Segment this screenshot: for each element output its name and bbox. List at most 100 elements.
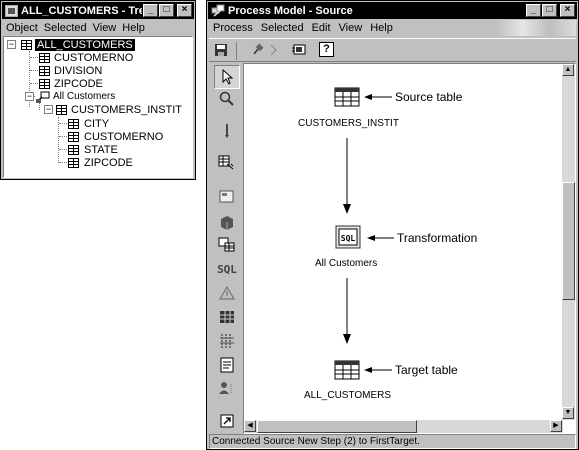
tree-node-label: ZIPCODE — [84, 156, 133, 169]
column-icon — [68, 157, 79, 168]
menu-view[interactable]: View — [90, 22, 120, 34]
cube-icon[interactable] — [214, 211, 240, 235]
menu-edit[interactable]: Edit — [308, 22, 335, 34]
tables-icon[interactable] — [214, 233, 240, 257]
menu-process[interactable]: Process — [209, 22, 257, 34]
tree-node-label: CUSTOMERS_INSTIT — [71, 103, 183, 116]
tree-node[interactable]: CUSTOMERNO — [39, 51, 133, 64]
tree-node[interactable]: DIVISION — [39, 64, 102, 77]
maximize-button[interactable]: □ — [159, 4, 174, 17]
pin-icon[interactable] — [251, 43, 265, 60]
scroll-thumb[interactable] — [257, 420, 417, 433]
help-icon[interactable]: ? — [319, 42, 334, 57]
sql-icon[interactable]: SQL — [214, 257, 240, 281]
scroll-up-button[interactable]: ▲ — [562, 64, 574, 76]
scroll-right-button[interactable]: ▶ — [550, 420, 562, 432]
pointer-icon[interactable] — [214, 65, 240, 89]
tree-node-label: All Customers — [53, 91, 116, 102]
menu-object[interactable]: Object — [3, 22, 41, 34]
report-icon[interactable] — [214, 353, 240, 377]
tree-window: ALL_CUSTOMERS - Tree _ □ × Object Select… — [0, 0, 196, 180]
tree-node[interactable]: ALL_CUSTOMERS — [21, 38, 135, 51]
pen-icon[interactable] — [214, 119, 240, 143]
window-icon — [211, 4, 225, 17]
tree-node-label: STATE — [84, 143, 118, 156]
tree-node-label: ALL_CUSTOMERS — [35, 38, 135, 51]
tree-node-label: CUSTOMERNO — [54, 51, 134, 64]
tree-node-label: CITY — [84, 117, 110, 130]
scroll-down-button[interactable]: ▼ — [562, 407, 574, 419]
process-menu-bar: Process Selected Edit View Help — [209, 20, 576, 36]
collapse-toggle[interactable]: − — [44, 105, 53, 114]
grid-icon[interactable] — [214, 305, 240, 329]
scroll-thumb[interactable] — [562, 182, 575, 300]
target-table-annotation: Target table — [395, 363, 458, 377]
tree-node[interactable]: ZIPCODE — [39, 77, 103, 90]
diagram-canvas[interactable]: ▲ ▼ ◀ ▶ SQL CUSTOMERS_INSTIT Source tabl… — [243, 63, 576, 434]
source-annotation-arrow — [364, 94, 392, 100]
menu-selected[interactable]: Selected — [41, 22, 90, 34]
horizontal-scrollbar[interactable]: ◀ ▶ — [244, 420, 563, 433]
tree-node[interactable]: CUSTOMERS_INSTIT — [56, 103, 182, 116]
transformation-icon[interactable]: SQL — [335, 225, 361, 249]
link-icon[interactable] — [267, 43, 281, 60]
close-button[interactable]: × — [177, 4, 192, 17]
process-window-title: Process Model - Source — [228, 4, 353, 17]
tree-node[interactable]: CITY — [68, 117, 109, 130]
table-icon — [21, 39, 32, 50]
table-icon — [56, 104, 67, 115]
transformation-label: All Customers — [315, 258, 378, 269]
process-title-bar[interactable]: Process Model - Source _ □ × — [208, 2, 577, 19]
shortcut-icon[interactable] — [214, 409, 240, 433]
source-table-icon[interactable] — [334, 87, 360, 107]
column-icon — [68, 144, 79, 155]
menu-selected[interactable]: Selected — [257, 22, 308, 34]
menu-help[interactable]: Help — [119, 22, 148, 34]
tree-node-label: CUSTOMERNO — [84, 130, 164, 143]
tree-menu-bar: Object Selected View Help — [3, 21, 193, 35]
user-icon[interactable] — [214, 376, 240, 400]
column-icon — [39, 65, 50, 76]
toolbar: ? — [209, 38, 576, 62]
sql-icon-text: SQL — [341, 234, 356, 243]
vertical-scrollbar[interactable]: ▲ ▼ — [562, 64, 575, 420]
tree-node[interactable]: All Customers — [36, 90, 115, 103]
column-icon — [68, 118, 79, 129]
tree-view: − ALL_CUSTOMERS CUSTOMERNO DIVISION ZIPC… — [3, 36, 193, 178]
tree-node-label: ZIPCODE — [54, 77, 103, 90]
tree-node[interactable]: ZIPCODE — [68, 156, 133, 169]
zoom-icon[interactable] — [214, 87, 240, 111]
table-copy-icon[interactable] — [214, 151, 240, 175]
maximize-button[interactable]: □ — [542, 4, 557, 17]
transform-annotation-arrow — [367, 235, 394, 241]
minimize-button[interactable]: _ — [526, 4, 541, 17]
tree-node[interactable]: CUSTOMERNO — [68, 130, 163, 143]
process-window: Process Model - Source _ □ × Process Sel… — [206, 0, 579, 450]
column-icon — [39, 78, 50, 89]
divider — [236, 42, 237, 60]
warning-icon[interactable] — [214, 281, 240, 305]
tree-node-label: DIVISION — [54, 64, 103, 77]
step-icon — [36, 91, 50, 103]
tree-title-bar[interactable]: ALL_CUSTOMERS - Tree _ □ × — [2, 2, 194, 19]
close-button[interactable]: × — [560, 4, 575, 17]
scroll-left-button[interactable]: ◀ — [244, 420, 256, 432]
columns-icon[interactable] — [214, 329, 240, 353]
collapse-toggle[interactable]: − — [25, 92, 34, 101]
save-icon[interactable] — [214, 43, 228, 60]
tree-node[interactable]: STATE — [68, 143, 118, 156]
menu-view[interactable]: View — [335, 22, 367, 34]
status-bar: Connected Source New Step (2) to FirstTa… — [209, 434, 576, 449]
menu-help[interactable]: Help — [366, 22, 397, 34]
projector-icon[interactable] — [291, 43, 307, 60]
source-icon[interactable] — [214, 185, 240, 209]
source-table-annotation: Source table — [395, 90, 463, 104]
flow-arrow — [343, 278, 351, 344]
flow-arrow — [343, 138, 351, 214]
collapse-toggle[interactable]: − — [7, 40, 16, 49]
tool-palette: SQL — [209, 63, 243, 433]
minimize-button[interactable]: _ — [143, 4, 158, 17]
column-icon — [68, 131, 79, 142]
target-table-icon[interactable] — [334, 360, 360, 380]
status-text: Connected Source New Step (2) to FirstTa… — [212, 436, 420, 447]
